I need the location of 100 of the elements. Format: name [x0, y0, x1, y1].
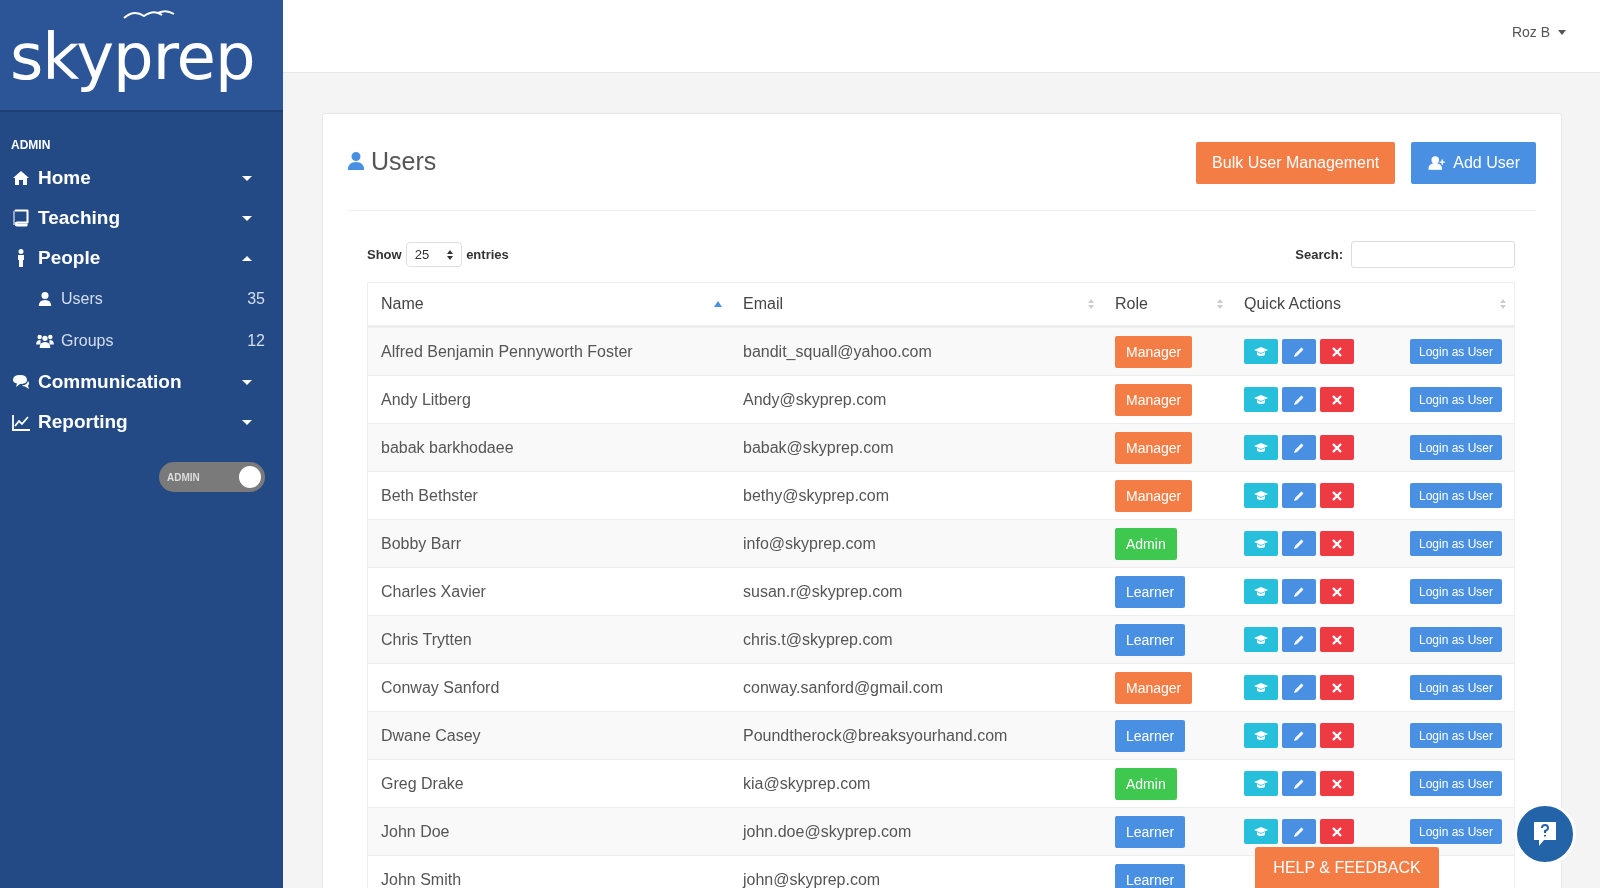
close-icon: [1332, 826, 1342, 837]
login-as-user-button[interactable]: Login as User: [1409, 483, 1502, 508]
delete-button[interactable]: [1320, 531, 1354, 556]
login-as-user-button[interactable]: Login as User: [1409, 435, 1502, 460]
home-icon: [11, 168, 31, 188]
delete-button[interactable]: [1320, 387, 1354, 412]
login-as-user-button[interactable]: Login as User: [1409, 579, 1502, 604]
user-name: Conway Sanford: [381, 678, 500, 697]
role-tag: Manager: [1115, 431, 1193, 464]
edit-button[interactable]: [1282, 819, 1316, 844]
edit-button[interactable]: [1282, 339, 1316, 364]
login-as-user-button[interactable]: Login as User: [1409, 387, 1502, 412]
user-name: Alfred Benjamin Pennyworth Foster: [381, 342, 633, 361]
login-as-user-button[interactable]: Login as User: [1409, 819, 1502, 844]
pencil-icon: [1293, 633, 1305, 646]
chat-icon: [11, 372, 31, 392]
add-user-button[interactable]: Add User: [1411, 142, 1536, 184]
delete-button[interactable]: [1320, 819, 1354, 844]
role-tag: Manager: [1115, 383, 1193, 416]
cap-icon: [1254, 442, 1268, 453]
cap-icon: [1254, 490, 1268, 501]
birds-icon: [122, 8, 176, 20]
delete-button[interactable]: [1320, 723, 1354, 748]
course-button[interactable]: [1244, 483, 1278, 508]
login-as-user-button[interactable]: Login as User: [1409, 723, 1502, 748]
nav-item[interactable]: Reporting: [0, 402, 283, 442]
edit-button[interactable]: [1282, 435, 1316, 460]
nav-item[interactable]: People: [0, 238, 283, 278]
course-button[interactable]: [1244, 675, 1278, 700]
edit-button[interactable]: [1282, 627, 1316, 652]
course-button[interactable]: [1244, 723, 1278, 748]
edit-button[interactable]: [1282, 387, 1316, 412]
course-button[interactable]: [1244, 339, 1278, 364]
role-tag: Learner: [1115, 575, 1186, 608]
user-name: babak barkhodaee: [381, 438, 514, 457]
search-label: Search:: [1295, 247, 1343, 262]
delete-button[interactable]: [1320, 339, 1354, 364]
user-email: kia@skyprep.com: [743, 774, 871, 793]
delete-button[interactable]: [1320, 435, 1354, 460]
user-name: Beth Bethster: [381, 486, 478, 505]
pencil-icon: [1293, 681, 1305, 694]
course-button[interactable]: [1244, 579, 1278, 604]
close-icon: [1332, 586, 1342, 597]
delete-button[interactable]: [1320, 675, 1354, 700]
user-name: John Doe: [381, 822, 450, 841]
delete-button[interactable]: [1320, 627, 1354, 652]
search-field[interactable]: [1351, 241, 1515, 268]
cap-icon: [1254, 730, 1268, 741]
role-tag: Manager: [1115, 479, 1193, 512]
delete-button[interactable]: [1320, 771, 1354, 796]
cap-icon: [1254, 538, 1268, 549]
role-tag: Admin: [1115, 527, 1177, 560]
course-button[interactable]: [1244, 387, 1278, 412]
edit-button[interactable]: [1282, 531, 1316, 556]
login-as-user-button[interactable]: Login as User: [1409, 531, 1502, 556]
bulk-management-button[interactable]: Bulk User Management: [1196, 142, 1396, 184]
nav-item[interactable]: Teaching: [0, 198, 283, 238]
column-header[interactable]: Name: [368, 283, 730, 325]
nav-subitem[interactable]: Groups 12: [0, 320, 283, 362]
stepper-icon: [447, 249, 454, 260]
entries-select[interactable]: 25: [405, 242, 463, 267]
login-as-user-button[interactable]: Login as User: [1409, 771, 1502, 796]
user-name: Bobby Barr: [381, 534, 462, 553]
course-button[interactable]: [1244, 627, 1278, 652]
help-feedback-tab[interactable]: HELP & FEEDBACK: [1255, 847, 1439, 888]
caret-down-icon: [1558, 29, 1566, 35]
course-button[interactable]: [1244, 771, 1278, 796]
login-as-user-button[interactable]: Login as User: [1409, 627, 1502, 652]
user-menu[interactable]: Roz B: [1511, 24, 1566, 40]
cap-icon: [1254, 682, 1268, 693]
column-header[interactable]: Role: [1102, 283, 1231, 325]
delete-button[interactable]: [1320, 579, 1354, 604]
nav-subitem[interactable]: Users 35: [0, 278, 283, 320]
edit-button[interactable]: [1282, 579, 1316, 604]
pencil-icon: [1293, 489, 1305, 502]
user-email: bethy@skyprep.com: [743, 486, 890, 505]
admin-toggle[interactable]: ADMIN: [159, 462, 265, 492]
login-as-user-button[interactable]: Login as User: [1409, 339, 1502, 364]
user-email: john.doe@skyprep.com: [743, 822, 912, 841]
pencil-icon: [1293, 345, 1305, 358]
close-icon: [1332, 346, 1342, 357]
course-button[interactable]: [1244, 435, 1278, 460]
delete-button[interactable]: [1320, 483, 1354, 508]
edit-button[interactable]: [1282, 675, 1316, 700]
edit-button[interactable]: [1282, 483, 1316, 508]
login-as-user-button[interactable]: Login as User: [1409, 675, 1502, 700]
nav-item[interactable]: Communication: [0, 362, 283, 402]
edit-button[interactable]: [1282, 771, 1316, 796]
user-email: Poundtherock@breaksyourhand.com: [743, 726, 1008, 745]
nav-item[interactable]: Home: [0, 158, 283, 198]
column-header[interactable]: Email: [730, 283, 1102, 325]
pencil-icon: [1293, 441, 1305, 454]
user-email: john@skyprep.com: [743, 870, 881, 888]
logo: skyprep: [10, 20, 255, 94]
user-email: bandit_squall@yahoo.com: [743, 342, 932, 361]
edit-button[interactable]: [1282, 723, 1316, 748]
column-header[interactable]: Quick Actions: [1231, 283, 1514, 325]
course-button[interactable]: [1244, 531, 1278, 556]
course-button[interactable]: [1244, 819, 1278, 844]
pencil-icon: [1293, 825, 1305, 838]
